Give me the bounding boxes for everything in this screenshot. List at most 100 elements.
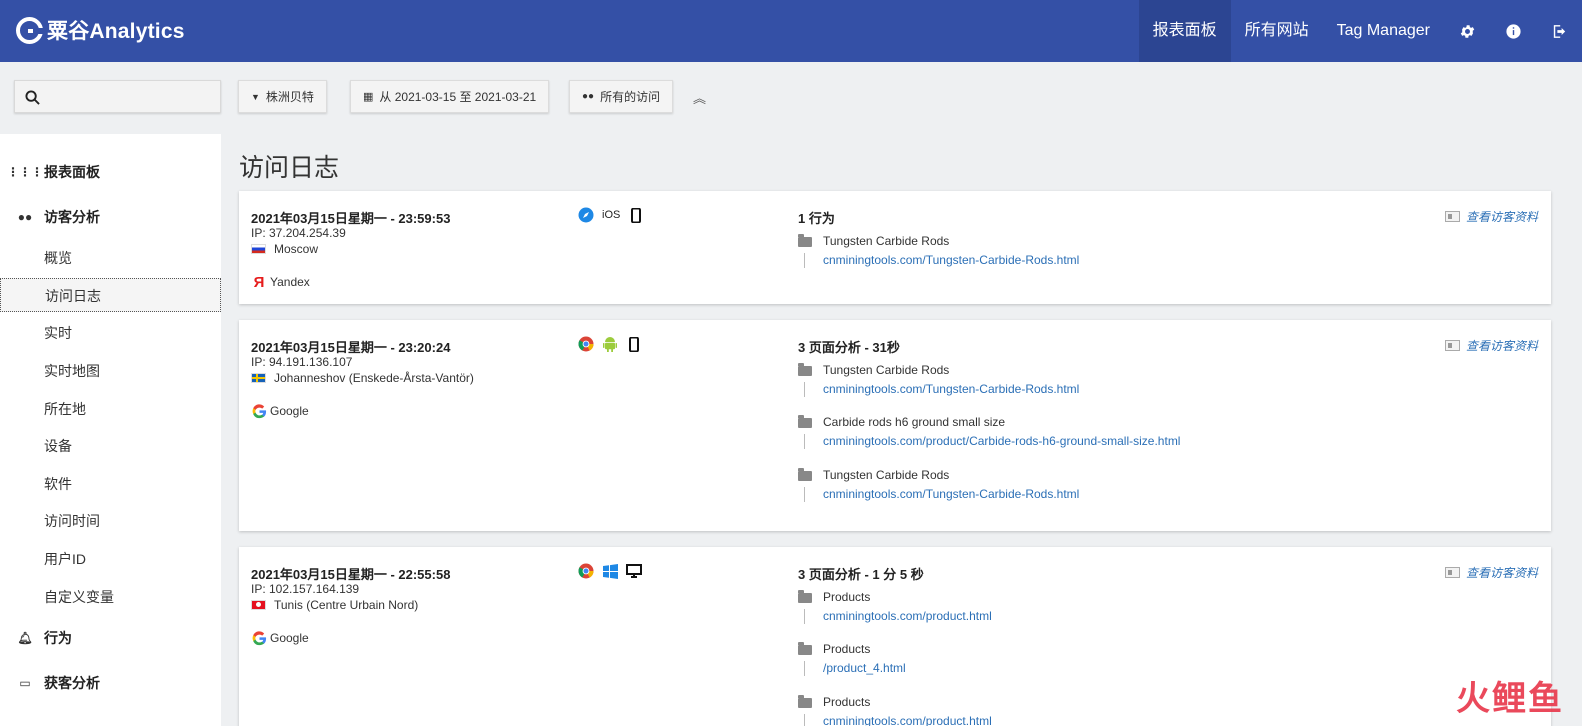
action-url[interactable]: cnminingtools.com/Tungsten-Carbide-Rods.… [823,487,1079,501]
visit-device [578,563,650,579]
action-title: Tungsten Carbide Rods [823,363,950,377]
sidebar-item-software[interactable]: 软件 [0,467,221,501]
action-connector [804,609,805,624]
sidebar-item-visits-log[interactable]: 访问日志 [0,278,221,312]
visit-summary: 3 页面分析 - 31秒 [798,340,900,355]
sidebar-item-overview[interactable]: 概览 [0,241,221,275]
action-url[interactable]: cnminingtools.com/product.html [823,609,992,623]
sidebar: ⋮⋮⋮ 报表面板 ●● 访客分析 概览 访问日志 实时 实时地图 所在地 设备 … [0,134,221,726]
profile-link-label: 查看访客资料 [1465,339,1538,353]
android-icon [602,336,618,352]
profile-card-icon [1444,211,1460,222]
location-label: Moscow [274,242,319,256]
visit-location: Tunis (Centre Urbain Nord) [251,598,418,612]
visit-ip: IP: 102.157.164.139 [251,582,360,596]
grid-icon: ⋮⋮⋮ [7,165,43,179]
action-title: Products [823,590,871,604]
date-range-selector[interactable]: ▦ 从 2021-03-15 至 2021-03-21 [350,80,550,113]
visit-summary: 3 页面分析 - 1 分 5 秒 [798,567,924,582]
visit-referrer[interactable]: Google [251,630,309,646]
sidebar-item-user-ids[interactable]: 用户ID [0,542,221,576]
sidebar-item-realtime-map[interactable]: 实时地图 [0,354,221,388]
action-connector [804,382,805,397]
sweden-flag-icon [251,373,266,383]
sidebar-item-visit-times[interactable]: 访问时间 [0,504,221,538]
view-visitor-profile-link[interactable]: 查看访客资料 [1444,337,1538,354]
visit-time: 2021年03月15日星期一 - 23:20:24 [251,340,451,355]
logo[interactable]: 粟谷Analytics [16,15,185,45]
sidebar-item-realtime[interactable]: 实时 [0,316,221,350]
yandex-icon: Я [253,273,265,291]
visit-summary: 1 行为 [798,211,835,226]
gear-icon[interactable] [1444,0,1490,62]
sidebar-section-label: 报表面板 [44,164,100,180]
sidebar-section-label: 获客分析 [44,675,100,691]
windows-icon [602,563,618,579]
action-title: Products [823,642,871,656]
visit-card: 2021年03月15日星期一 - 22:55:58 IP: 102.157.16… [239,547,1551,726]
folder-icon [798,590,812,603]
sidebar-item-custom-variables[interactable]: 自定义变量 [0,580,221,614]
action-url[interactable]: cnminingtools.com/product.html [823,714,992,726]
visit-ip: IP: 37.204.254.39 [251,226,346,240]
chrome-icon [578,336,594,352]
view-visitor-profile-link[interactable]: 查看访客资料 [1444,564,1538,581]
russia-flag-icon [251,244,266,254]
site-selector[interactable]: ▼ 株洲贝特 [238,80,327,113]
action-url[interactable]: cnminingtools.com/product/Carbide-rods-h… [823,434,1180,448]
visit-device [578,336,650,352]
chrome-icon [578,563,594,579]
visit-device: iOS [578,207,652,223]
search-input[interactable] [14,80,221,113]
nav-dashboard[interactable]: 报表面板 [1138,0,1231,62]
visit-location: Johanneshov (Enskede-Årsta-Vantör) [251,371,474,385]
action-url[interactable]: cnminingtools.com/Tungsten-Carbide-Rods.… [823,253,1079,267]
folder-icon [798,695,812,708]
nav-tag-manager[interactable]: Tag Manager [1323,0,1444,62]
visit-location: Moscow [251,242,318,256]
sidebar-section-acquisition[interactable]: ▭ 获客分析 [0,668,221,698]
top-navbar: 粟谷Analytics 报表面板 所有网站 Tag Manager [0,0,1582,62]
action-connector [804,661,805,676]
segment-selector[interactable]: ●● 所有的访问 [569,80,674,113]
filter-bar: ▼ 株洲贝特 ▦ 从 2021-03-15 至 2021-03-21 ●● 所有… [14,80,1582,114]
sidebar-section-label: 行为 [44,630,72,646]
visit-referrer[interactable]: Google [251,403,309,419]
logo-g-icon [16,16,43,44]
caret-down-icon: ▼ [251,91,260,102]
info-icon[interactable] [1490,0,1536,62]
smartphone-icon [628,207,644,223]
logout-icon[interactable] [1536,0,1582,62]
visit-time: 2021年03月15日星期一 - 22:55:58 [251,567,451,582]
sidebar-section-visitors[interactable]: ●● 访客分析 [0,202,221,232]
profile-link-label: 查看访客资料 [1465,566,1538,580]
watermark-logo: 火鲤鱼 [1456,680,1564,718]
referrer-label: Yandex [270,275,310,289]
os-label: iOS [602,209,621,221]
visit-referrer[interactable]: Я Yandex [251,273,310,291]
sidebar-item-locations[interactable]: 所在地 [0,392,221,426]
collapse-icon[interactable]: ︽ [693,88,706,107]
sidebar-section-label: 访客分析 [44,209,100,225]
action-title: Tungsten Carbide Rods [823,468,950,482]
sidebar-section-dashboard[interactable]: ⋮⋮⋮ 报表面板 [0,157,221,187]
visit-card: 2021年03月15日星期一 - 23:20:24 IP: 94.191.136… [239,320,1551,531]
desktop-icon [626,563,642,579]
view-visitor-profile-link[interactable]: 查看访客资料 [1444,208,1538,225]
action-connector [804,487,805,502]
segment-label: 所有的访问 [600,90,661,104]
action-connector [804,714,805,726]
referrer-label: Google [270,404,309,418]
sidebar-section-behavior[interactable]: 🔔︎ 行为 [0,623,221,653]
page-title: 访问日志 [239,154,340,182]
folder-icon [798,468,812,481]
action-connector [804,253,805,268]
smartphone-icon [626,336,642,352]
action-url[interactable]: cnminingtools.com/Tungsten-Carbide-Rods.… [823,382,1079,396]
action-title: Products [823,695,871,709]
safari-icon [578,207,594,223]
nav-all-websites[interactable]: 所有网站 [1231,0,1323,62]
action-url[interactable]: /product_4.html [823,661,906,675]
profile-card-icon [1444,340,1460,351]
sidebar-item-devices[interactable]: 设备 [0,429,221,463]
